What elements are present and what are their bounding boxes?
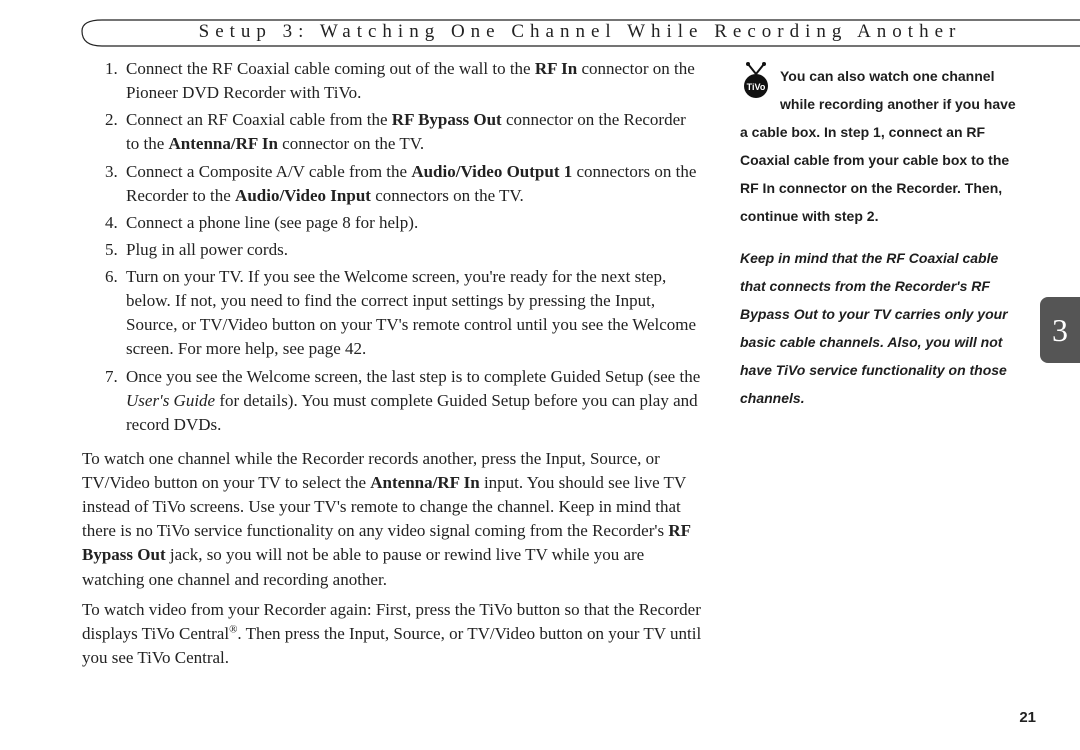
sidebar-note: TiVo You can also watch one channel whil… xyxy=(740,62,1018,412)
step-6: Turn on your TV. If you see the Welcome … xyxy=(122,265,702,362)
svg-text:TiVo: TiVo xyxy=(747,82,766,92)
step-7: Once you see the Welcome screen, the las… xyxy=(122,365,702,437)
step-1: Connect the RF Coaxial cable coming out … xyxy=(122,57,702,105)
step-3: Connect a Composite A/V cable from the A… xyxy=(122,160,702,208)
chapter-tab: 3 xyxy=(1040,297,1080,363)
page-number: 21 xyxy=(1019,709,1036,726)
main-body: Connect the RF Coaxial cable coming out … xyxy=(82,57,702,676)
setup-steps: Connect the RF Coaxial cable coming out … xyxy=(82,57,702,437)
tivo-icon: TiVo xyxy=(740,62,772,102)
step-4: Connect a phone line (see page 8 for hel… xyxy=(122,211,702,235)
sidebar-text-2: Keep in mind that the RF Coaxial cable t… xyxy=(740,244,1018,412)
body-paragraph-2: To watch video from your Recorder again:… xyxy=(82,598,702,670)
sidebar-text-1: You can also watch one channel while rec… xyxy=(740,68,1016,224)
step-5: Plug in all power cords. xyxy=(122,238,702,262)
body-paragraph-1: To watch one channel while the Recorder … xyxy=(82,447,702,592)
page-header: Setup 3: Watching One Channel While Reco… xyxy=(80,19,1080,47)
step-2: Connect an RF Coaxial cable from the RF … xyxy=(122,108,702,156)
page-title: Setup 3: Watching One Channel While Reco… xyxy=(80,21,1080,43)
